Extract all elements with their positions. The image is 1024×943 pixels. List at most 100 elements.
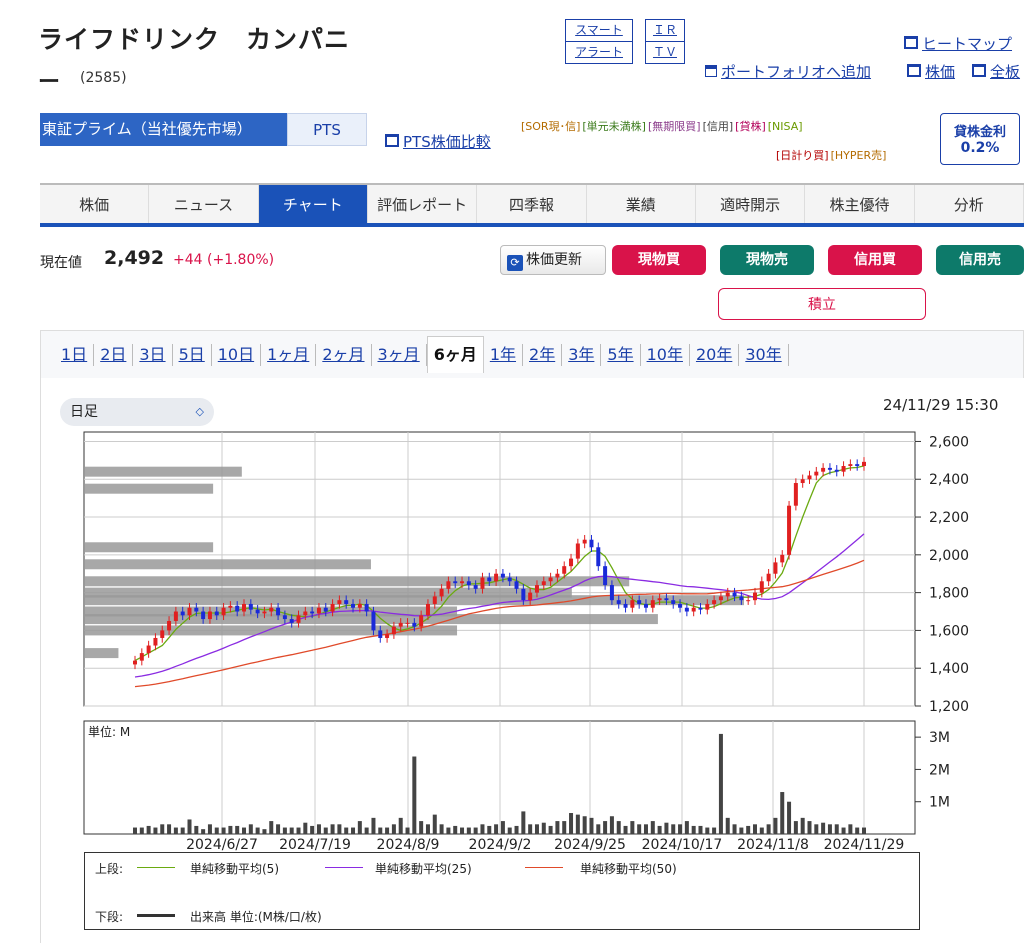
volume-bar — [276, 824, 281, 834]
ma50-swatch — [525, 867, 563, 868]
candle-body — [507, 577, 512, 582]
candle-body — [385, 634, 390, 638]
candle-body — [603, 566, 608, 586]
volume-bar — [235, 825, 240, 834]
x-tick-label: 2024/9/2 — [469, 837, 532, 853]
candle-body — [364, 603, 369, 612]
candle-body — [378, 630, 383, 638]
volume-bar — [255, 827, 260, 834]
candle-body — [684, 607, 689, 612]
volume-bar — [330, 824, 335, 834]
candle-body — [841, 466, 846, 472]
volume-bar — [385, 827, 390, 834]
volume-bar — [262, 829, 267, 834]
volume-bar — [180, 827, 185, 834]
price-tick-label: 1,400 — [929, 661, 969, 677]
candle-body — [480, 577, 485, 589]
candle-body — [630, 600, 635, 608]
volume-bar — [678, 824, 683, 834]
volume-bar — [548, 825, 553, 834]
x-tick-label: 2024/7/19 — [279, 837, 351, 853]
candle-body — [698, 607, 703, 610]
volume-bar — [146, 825, 151, 834]
candle-body — [139, 653, 144, 661]
volume-bar — [425, 824, 430, 834]
volume-bar — [173, 827, 178, 834]
candle-body — [855, 464, 860, 467]
volume-bar — [139, 827, 144, 834]
volume-bar — [841, 827, 846, 834]
volume-bar — [725, 817, 730, 834]
legend-upper-label: 上段: — [95, 862, 124, 876]
candle-body — [643, 603, 648, 608]
volume-bar — [541, 822, 546, 834]
volume-bar — [153, 827, 158, 834]
volume-bar — [432, 814, 437, 834]
candle-body — [201, 611, 206, 620]
ma25-swatch — [325, 867, 363, 868]
candle-body — [310, 611, 315, 614]
candle-body — [609, 585, 614, 601]
volume-bar — [705, 827, 710, 834]
volume-profile-bar — [84, 576, 630, 587]
candle-body — [235, 605, 240, 612]
candle-body — [323, 607, 328, 612]
candle-body — [180, 611, 185, 616]
candle-body — [419, 615, 424, 627]
candle-body — [207, 611, 212, 620]
candle-body — [405, 622, 410, 624]
stock-chart[interactable]: 2,600 2,400 2,200 2,000 1,800 1,600 1,400 1,200… — [0, 0, 1024, 943]
legend-ma50: 単純移動平均(50) — [580, 862, 677, 876]
candle-body — [582, 539, 587, 544]
price-tick-label: 1,800 — [929, 586, 969, 602]
candle-body — [780, 554, 785, 563]
volume-bar — [187, 819, 192, 834]
candle-body — [623, 603, 628, 608]
volume-profile-bar — [84, 648, 119, 659]
volume-bar — [684, 821, 689, 834]
candle-body — [541, 581, 546, 586]
candle-body — [616, 600, 621, 604]
volume-unit-label: 単位: M — [88, 724, 130, 739]
legend-ma25: 単純移動平均(25) — [375, 862, 472, 876]
candle-body — [487, 577, 492, 582]
volume-bar — [507, 827, 512, 834]
candle-body — [371, 611, 376, 631]
volume-bar — [718, 733, 723, 834]
candle-body — [800, 479, 805, 484]
candle-body — [473, 585, 478, 589]
candle-body — [514, 581, 519, 589]
volume-bar — [337, 824, 342, 834]
volume-bar — [412, 756, 417, 834]
volume-bar — [575, 814, 580, 834]
x-tick-label: 2024/11/29 — [824, 837, 905, 853]
volume-bar — [582, 816, 587, 834]
candle-body — [453, 581, 458, 584]
candle-body — [466, 581, 471, 586]
volume-profile-bar — [84, 466, 242, 477]
candle-body — [712, 600, 717, 604]
candle-body — [248, 603, 253, 610]
candle-body — [296, 615, 301, 623]
volume-bar — [357, 821, 362, 834]
volume-bar — [207, 824, 212, 834]
volume-bar — [691, 825, 696, 834]
candle-body — [276, 607, 281, 616]
price-tick-label: 2,400 — [929, 472, 969, 488]
volume-bar — [555, 821, 560, 834]
candle-body — [167, 620, 172, 631]
candle-body — [746, 600, 751, 602]
candle-body — [521, 588, 526, 601]
volume-bar — [221, 827, 226, 834]
price-tick-label: 1,200 — [929, 699, 969, 715]
volume-bar — [800, 817, 805, 834]
volume-bar — [589, 817, 594, 834]
volume-bar — [814, 824, 819, 834]
volume-bar — [793, 821, 798, 834]
candle-body — [460, 581, 465, 584]
candle-body — [153, 637, 158, 646]
volume-bar — [739, 827, 744, 834]
volume-bar — [752, 824, 757, 834]
volume-bar — [248, 824, 253, 834]
volume-bar — [371, 817, 376, 834]
